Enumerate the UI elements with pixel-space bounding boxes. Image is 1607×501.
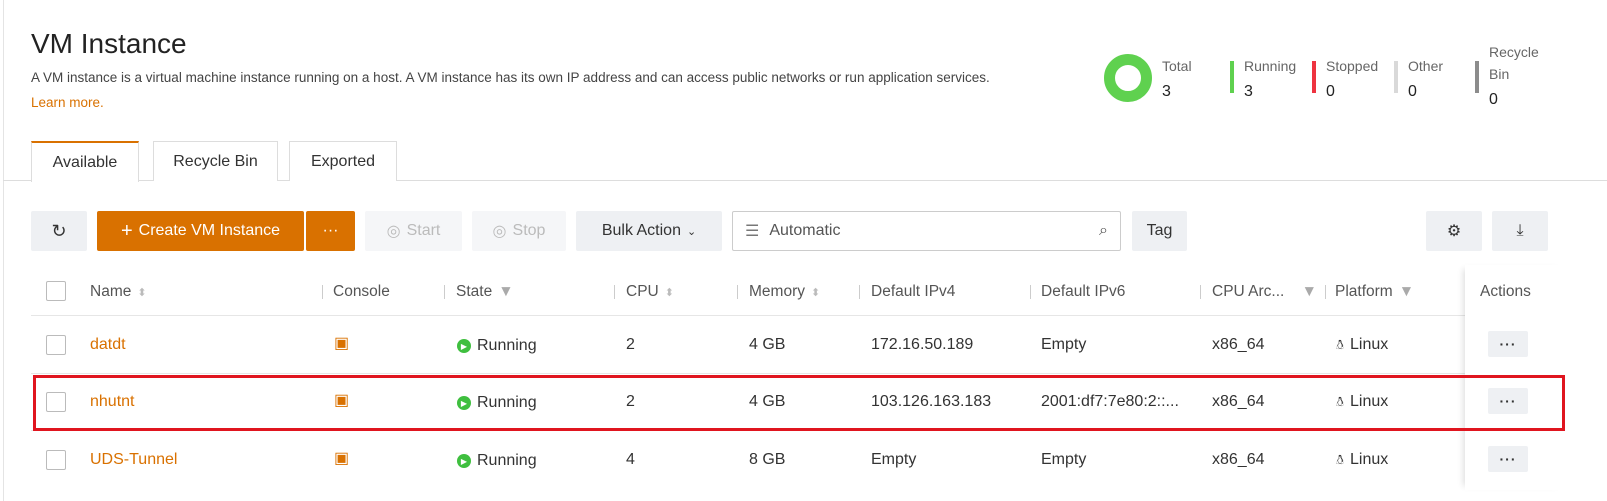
ipv6-cell: Empty	[1041, 336, 1087, 353]
filter-icon[interactable]: ▼	[1302, 283, 1317, 301]
cpu-cell: 4	[626, 451, 635, 468]
start-button[interactable]: ◎ Start	[365, 211, 462, 251]
column-separator	[1200, 285, 1201, 299]
sort-icon[interactable]: ⬍	[811, 286, 820, 299]
search-input[interactable]: ☰ Automatic ⌕	[732, 211, 1121, 251]
column-console: Console	[333, 283, 390, 300]
linux-icon: 🐧︎	[1336, 336, 1345, 352]
select-all-checkbox[interactable]	[46, 281, 66, 301]
column-ipv4: Default IPv4	[871, 283, 956, 300]
ipv6-cell: Empty	[1041, 451, 1087, 468]
bulk-action-dropdown[interactable]: Bulk Action ⌄	[576, 211, 722, 251]
linux-icon: 🐧︎	[1336, 451, 1345, 467]
sort-icon[interactable]: ⬍	[137, 286, 146, 299]
column-cpu[interactable]: CPU ⬍	[626, 280, 674, 304]
filter-icon[interactable]: ▼	[498, 283, 513, 301]
download-button[interactable]: ⤓	[1492, 211, 1548, 251]
chevron-down-icon: ⌄	[686, 225, 697, 238]
cpu-arch-cell: x86_64	[1212, 336, 1265, 353]
memory-cell: 8 GB	[749, 451, 786, 468]
column-separator	[322, 285, 323, 299]
column-memory[interactable]: Memory ⬍	[749, 280, 820, 304]
running-bar	[1230, 61, 1234, 93]
column-state[interactable]: State ▼	[456, 280, 514, 304]
tab-exported[interactable]: Exported	[289, 141, 397, 181]
stop-button[interactable]: ◎ Stop	[472, 211, 566, 251]
state-cell: ▶ Running	[457, 334, 537, 358]
column-ipv6: Default IPv6	[1041, 283, 1126, 300]
plus-icon: +	[120, 219, 133, 242]
platform-cell: 🐧︎ Linux	[1336, 451, 1389, 468]
column-separator	[614, 285, 615, 299]
stat-running: Running 3	[1244, 58, 1297, 100]
page-description: A VM instance is a virtual machine insta…	[31, 70, 990, 85]
filter-icon[interactable]: ▼	[1399, 283, 1414, 301]
tab-recycle-bin[interactable]: Recycle Bin	[153, 141, 278, 181]
create-vm-instance-button[interactable]: + Create VM Instance	[97, 211, 304, 251]
stat-stopped: Stopped 0	[1326, 58, 1379, 100]
column-platform[interactable]: Platform ▼	[1335, 280, 1414, 304]
search-icon[interactable]: ⌕	[1099, 222, 1108, 240]
column-separator	[1325, 285, 1326, 299]
running-icon: ▶	[457, 339, 471, 353]
recycle-bar	[1475, 61, 1479, 93]
tab-available[interactable]: Available	[31, 141, 139, 182]
play-circle-icon: ◎	[386, 223, 401, 240]
sort-icon[interactable]: ⬍	[665, 286, 674, 299]
row-divider	[31, 373, 1465, 374]
row-checkbox[interactable]	[46, 450, 66, 470]
row-checkbox[interactable]	[46, 335, 66, 355]
highlight-box	[33, 375, 1565, 431]
settings-button[interactable]: ⚙	[1426, 211, 1482, 251]
more-create-options-button[interactable]: ···	[306, 211, 355, 251]
instance-name-link[interactable]: UDS-Tunnel	[90, 448, 177, 472]
console-icon[interactable]: ▣	[334, 446, 349, 470]
platform-cell: 🐧︎ Linux	[1336, 336, 1389, 353]
refresh-button[interactable]: ↻	[31, 211, 87, 251]
page-title: VM Instance	[31, 28, 187, 59]
tag-button[interactable]: Tag	[1132, 211, 1187, 251]
ipv4-cell: 172.16.50.189	[871, 336, 974, 353]
column-name[interactable]: Name ⬍	[90, 280, 147, 304]
console-icon[interactable]: ▣	[334, 331, 349, 355]
column-separator	[859, 285, 860, 299]
column-cpu-arch[interactable]: CPU Arc... ▼	[1212, 280, 1317, 304]
stat-total: Total 3	[1162, 58, 1192, 100]
stop-circle-icon: ◎	[492, 223, 507, 240]
state-cell: ▶ Running	[457, 449, 537, 473]
status-donut-chart	[1104, 54, 1152, 102]
header-divider	[31, 315, 1465, 316]
instance-name-link[interactable]: datdt	[90, 333, 126, 357]
download-icon: ⤓	[1516, 222, 1524, 239]
ipv4-cell: Empty	[871, 451, 917, 468]
page-border	[3, 0, 4, 501]
running-icon: ▶	[457, 454, 471, 468]
column-separator	[1030, 285, 1031, 299]
stat-other: Other 0	[1408, 58, 1444, 100]
filter-lines-icon: ☰	[745, 223, 760, 240]
refresh-icon: ↻	[51, 220, 67, 241]
memory-cell: 4 GB	[749, 336, 786, 353]
column-separator	[737, 285, 738, 299]
gear-icon: ⚙	[1446, 223, 1462, 240]
other-bar	[1394, 61, 1398, 93]
cpu-arch-cell: x86_64	[1212, 451, 1265, 468]
cpu-cell: 2	[626, 336, 635, 353]
stat-recycle-bin: Recycle Bin 0	[1489, 44, 1539, 108]
learn-more-link[interactable]: Learn more.	[31, 95, 104, 110]
stopped-bar	[1312, 61, 1316, 93]
column-separator	[444, 285, 445, 299]
